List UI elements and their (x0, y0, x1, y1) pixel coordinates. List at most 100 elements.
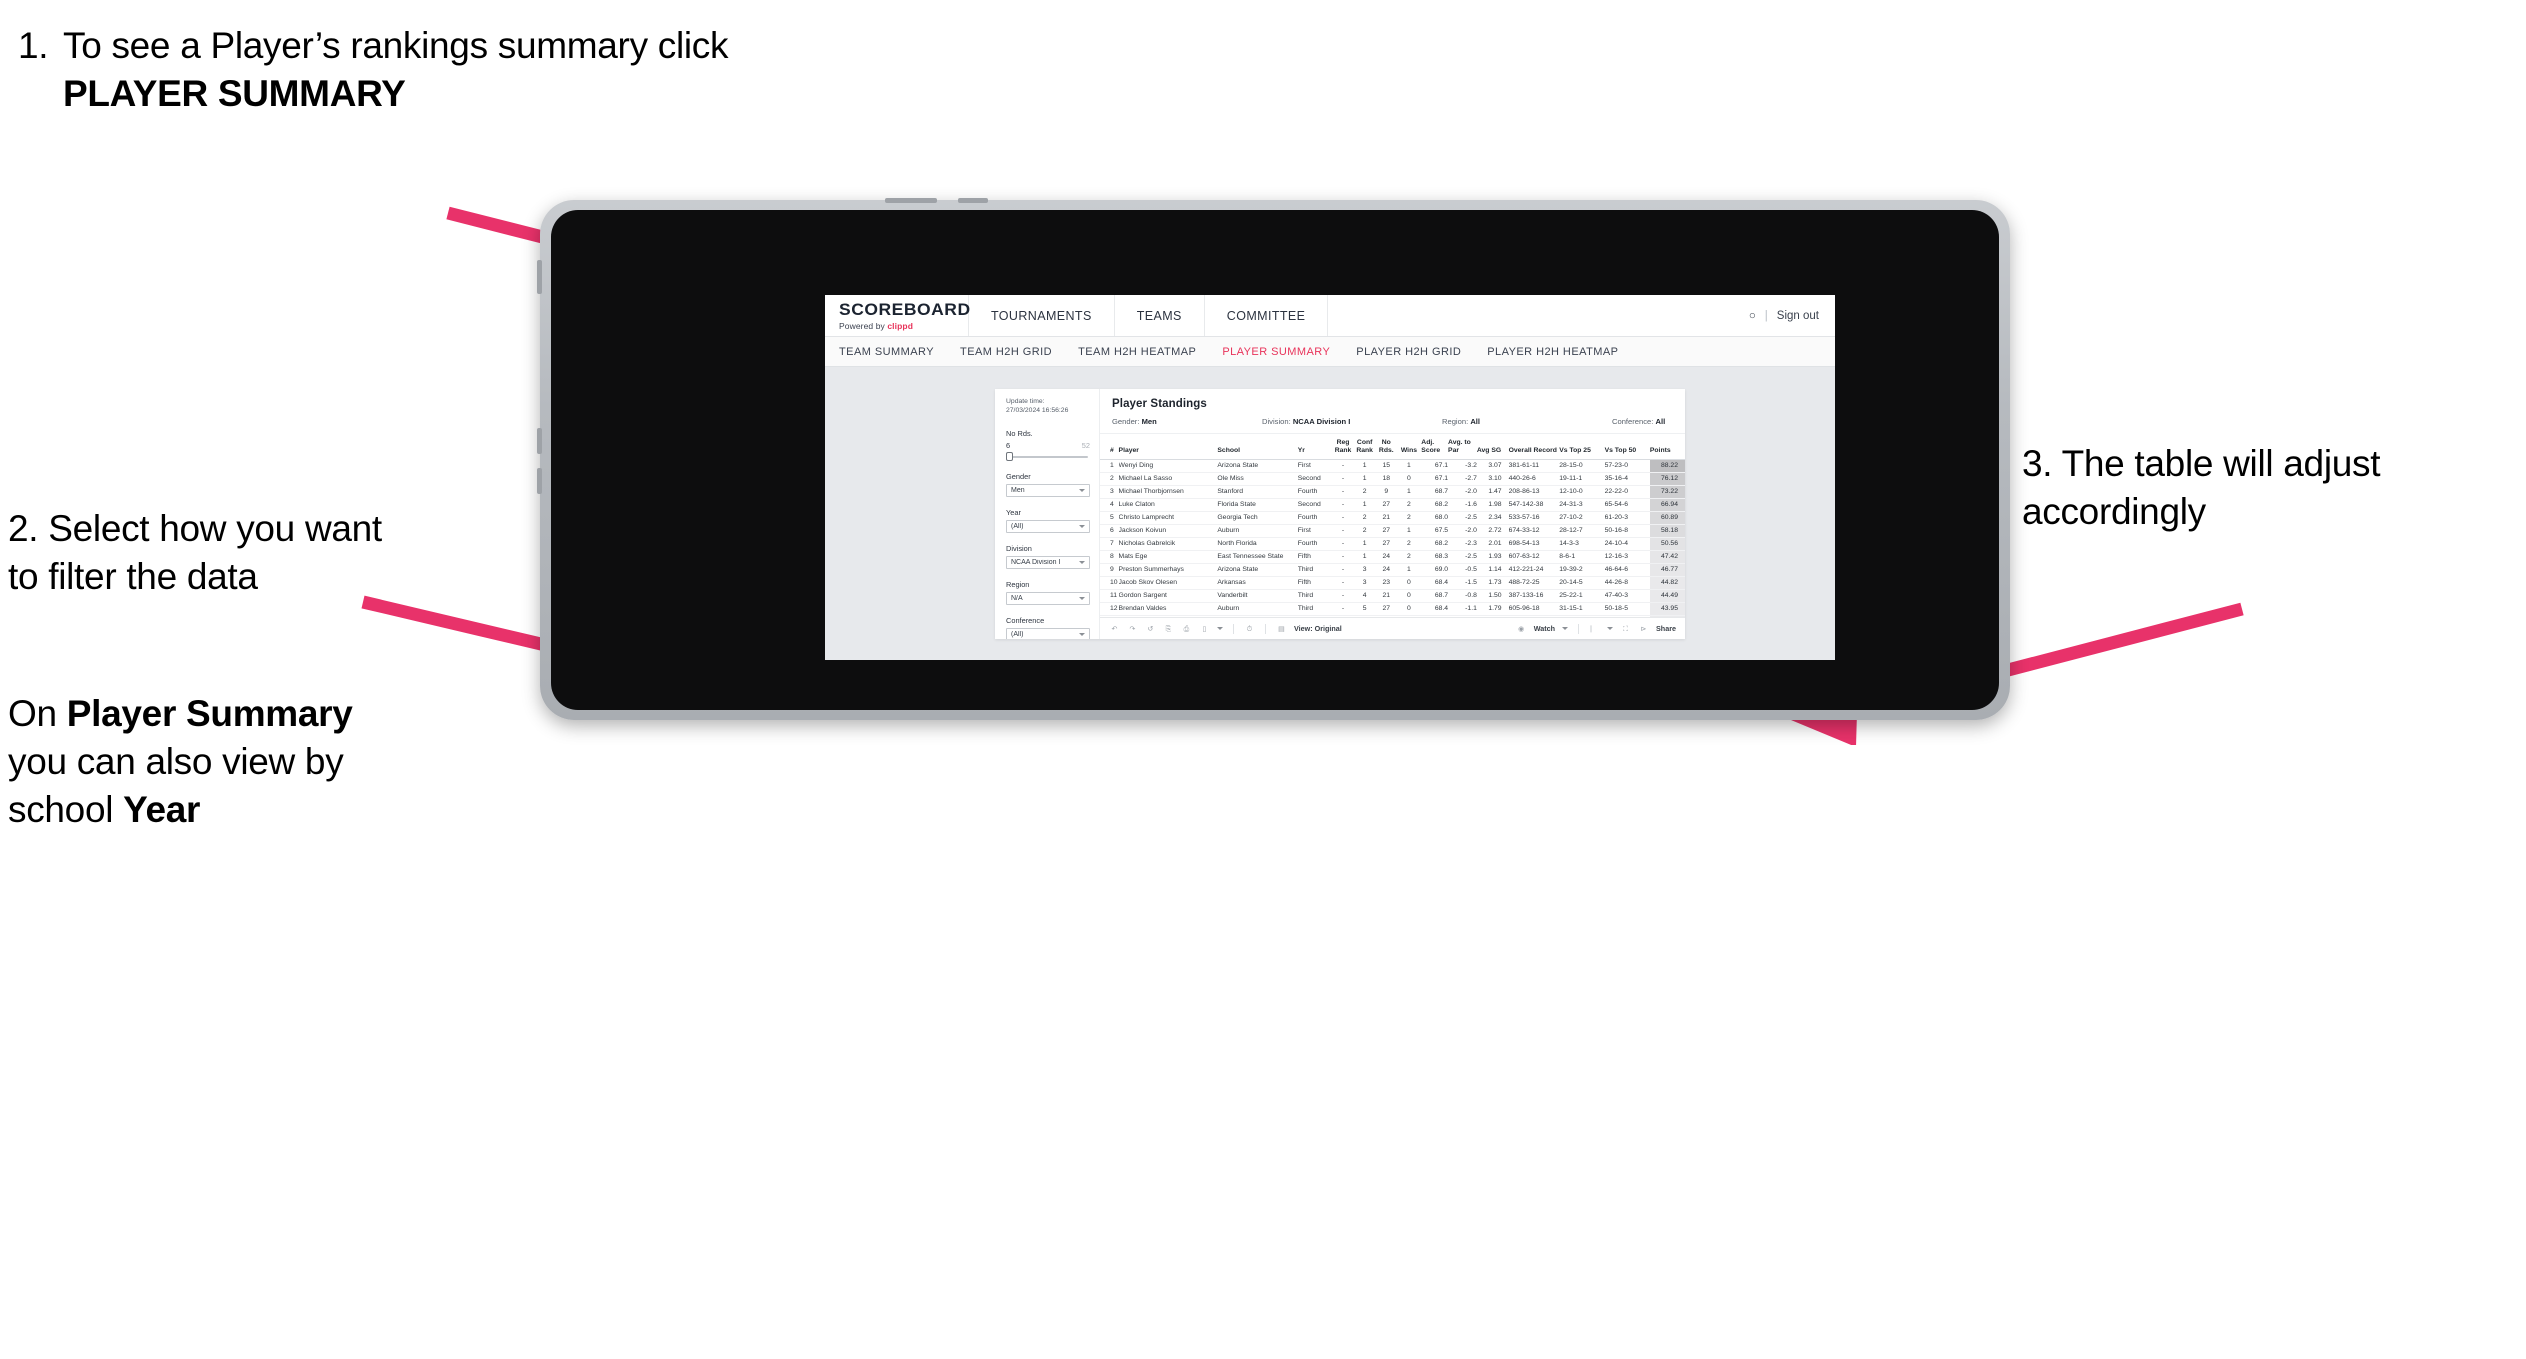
history-icon[interactable]: ⏱ (1244, 623, 1255, 634)
col-overall-record[interactable]: Overall Record (1501, 434, 1560, 461)
cell-points: 46.77 (1649, 563, 1685, 578)
col-adj-score[interactable]: Adj. Score (1421, 434, 1449, 461)
table-row[interactable]: 11 Gordon Sargent Vanderbilt Third -4 21 0 68.7… (1100, 589, 1685, 604)
undo-icon[interactable]: ↶ (1109, 623, 1120, 634)
filter-gender: Gender Men (1006, 472, 1090, 498)
tab-team-h2h-grid[interactable]: TEAM H2H GRID (960, 346, 1052, 358)
user-icon[interactable]: ○ (1749, 310, 1756, 322)
cell-wins: 0 (1396, 602, 1422, 617)
chevron-down-icon[interactable] (1562, 627, 1569, 630)
table-row[interactable]: 7 Nicholas Gabrelcik North Florida Fourth -1… (1100, 537, 1685, 552)
filter-division-select[interactable]: NCAA Division I (1006, 556, 1090, 570)
col-no-rds[interactable]: No Rds. (1375, 434, 1397, 461)
cell-school: Auburn (1217, 524, 1298, 539)
view-toggle-icon[interactable]: ▯ (1199, 623, 1210, 634)
cell-avg-sg: 3.07 (1476, 459, 1502, 474)
chevron-down-icon[interactable] (1217, 627, 1223, 630)
watch-eye-icon[interactable]: ◉ (1516, 623, 1527, 634)
table-row[interactable]: 1 Wenyi Ding Arizona State First -1 15 1 67.1 -3… (1100, 459, 1685, 474)
cell-avg-to-par: -3.2 (1448, 459, 1477, 474)
annotation-step-1: 1. To see a Player’s rankings summary cl… (18, 22, 808, 118)
sign-out-group: ○ | Sign out (1749, 295, 1835, 336)
cell-avg-sg: 1.79 (1476, 602, 1502, 617)
cell-vs-top-25: 20-14-5 (1559, 576, 1605, 591)
col-conf-rank[interactable]: Conf Rank (1353, 434, 1376, 461)
cell-wins: 0 (1396, 576, 1422, 591)
topnav-item-tournaments[interactable]: TOURNAMENTS (969, 295, 1115, 336)
download-icon[interactable]: ⎸ (1589, 623, 1600, 634)
table-row[interactable]: 10 Jacob Skov Olesen Arkansas Fifth -3 23 0 68.… (1100, 576, 1685, 591)
share-label[interactable]: Share (1656, 624, 1676, 633)
col-yr[interactable]: Yr (1297, 434, 1333, 461)
cell-rank: 4 (1100, 498, 1119, 513)
filter-year-select[interactable]: (All) (1006, 520, 1090, 534)
filter-gender-select[interactable]: Men (1006, 484, 1090, 498)
app-logo[interactable]: SCOREBOARD Powered by clippd (825, 295, 970, 336)
table-row[interactable]: 5 Christo Lamprecht Georgia Tech Fourth -2 21… (1100, 511, 1685, 526)
refresh-data-icon[interactable]: ⎘ (1163, 623, 1174, 634)
cell-avg-sg: 3.10 (1476, 472, 1502, 487)
sign-out-link[interactable]: Sign out (1777, 310, 1819, 322)
cell-adj-score: 68.7 (1421, 485, 1449, 500)
revert-icon[interactable]: ↺ (1145, 623, 1156, 634)
app-logo-subtitle: Powered by clippd (839, 321, 968, 331)
col-vs-top-25[interactable]: Vs Top 25 (1559, 434, 1605, 461)
filter-region-select[interactable]: N/A (1006, 592, 1090, 606)
chevron-down-icon[interactable] (1607, 627, 1614, 630)
cell-vs-top-25: 31-15-1 (1559, 602, 1605, 617)
view-original-label[interactable]: View: Original (1294, 624, 1342, 633)
cell-no-rds: 9 (1375, 485, 1397, 500)
table-row[interactable]: 8 Mats Ege East Tennessee State Fifth -1 24 2 6… (1100, 550, 1685, 565)
col-school[interactable]: School (1217, 434, 1298, 461)
cell-rank: 11 (1100, 589, 1119, 604)
cell-adj-score: 67.5 (1421, 524, 1449, 539)
col-avg-to-par[interactable]: Avg. to Par (1448, 434, 1477, 461)
cell-yr: Fifth (1297, 576, 1333, 591)
col-player[interactable]: Player (1118, 434, 1218, 461)
table-scroll-area[interactable]: # Player School Yr Reg Rank Conf Rank No… (1100, 434, 1685, 617)
filter-no-rds-slider[interactable] (1006, 452, 1090, 462)
annotation-step-2-note: On Player Summary you can also view by s… (8, 690, 408, 834)
cell-reg-rank: - (1332, 485, 1354, 500)
logo-sub-brand: clippd (887, 320, 913, 331)
col-avg-sg[interactable]: Avg SG (1476, 434, 1502, 461)
tab-player-h2h-grid[interactable]: PLAYER H2H GRID (1356, 346, 1461, 358)
tab-player-summary[interactable]: PLAYER SUMMARY (1222, 346, 1330, 358)
cell-adj-score: 68.3 (1421, 550, 1449, 565)
share-icon[interactable]: ⊳ (1638, 623, 1649, 634)
cell-yr: First (1297, 524, 1333, 539)
cell-wins: 2 (1396, 537, 1422, 552)
table-row[interactable]: 2 Michael La Sasso Ole Miss Second -1 18 0 67.1… (1100, 472, 1685, 487)
topnav-item-teams[interactable]: TEAMS (1115, 295, 1205, 336)
cell-vs-top-25: 12-10-0 (1559, 485, 1605, 500)
topnav-item-committee[interactable]: COMMITTEE (1205, 295, 1329, 336)
cell-yr: Third (1297, 602, 1333, 617)
fullscreen-icon[interactable]: ⛶ (1620, 623, 1631, 634)
col-rank[interactable]: # (1100, 434, 1119, 461)
filter-conference-select[interactable]: (All) (1006, 628, 1090, 639)
view-original-icon[interactable]: ▤ (1276, 623, 1287, 634)
filter-year: Year (All) (1006, 508, 1090, 534)
col-wins[interactable]: Wins (1396, 434, 1422, 461)
table-row[interactable]: 3 Michael Thorbjornsen Stanford Fourth -2 9 1 6… (1100, 485, 1685, 500)
cell-vs-top-25: 25-22-1 (1559, 589, 1605, 604)
cell-conf-rank: 3 (1353, 563, 1376, 578)
cell-school: Ole Miss (1217, 472, 1298, 487)
table-row[interactable]: 12 Brendan Valdes Auburn Third -5 27 0 68.4 -1.1… (1100, 602, 1685, 617)
table-row[interactable]: 9 Preston Summerhays Arizona State Third -3 2… (1100, 563, 1685, 578)
annotation-step-2: 2. Select how you want to filter the dat… (8, 508, 382, 598)
col-points[interactable]: Points (1649, 434, 1685, 461)
table-row[interactable]: 4 Luke Claton Florida State Second -1 27 2 68.2… (1100, 498, 1685, 513)
slider-handle[interactable] (1006, 452, 1013, 462)
watch-label[interactable]: Watch (1534, 624, 1555, 633)
cell-avg-sg: 1.73 (1476, 576, 1502, 591)
col-reg-rank[interactable]: Reg Rank (1332, 434, 1354, 461)
pause-updates-icon[interactable]: ⎙ (1181, 623, 1192, 634)
cell-conf-rank: 2 (1353, 485, 1376, 500)
col-vs-top-50[interactable]: Vs Top 50 (1604, 434, 1650, 461)
redo-icon[interactable]: ↷ (1127, 623, 1138, 634)
tab-team-h2h-heatmap[interactable]: TEAM H2H HEATMAP (1078, 346, 1196, 358)
tab-team-summary[interactable]: TEAM SUMMARY (839, 346, 934, 358)
table-row[interactable]: 6 Jackson Koivun Auburn First -2 27 1 67.5 -2.0 2… (1100, 524, 1685, 539)
tab-player-h2h-heatmap[interactable]: PLAYER H2H HEATMAP (1487, 346, 1618, 358)
